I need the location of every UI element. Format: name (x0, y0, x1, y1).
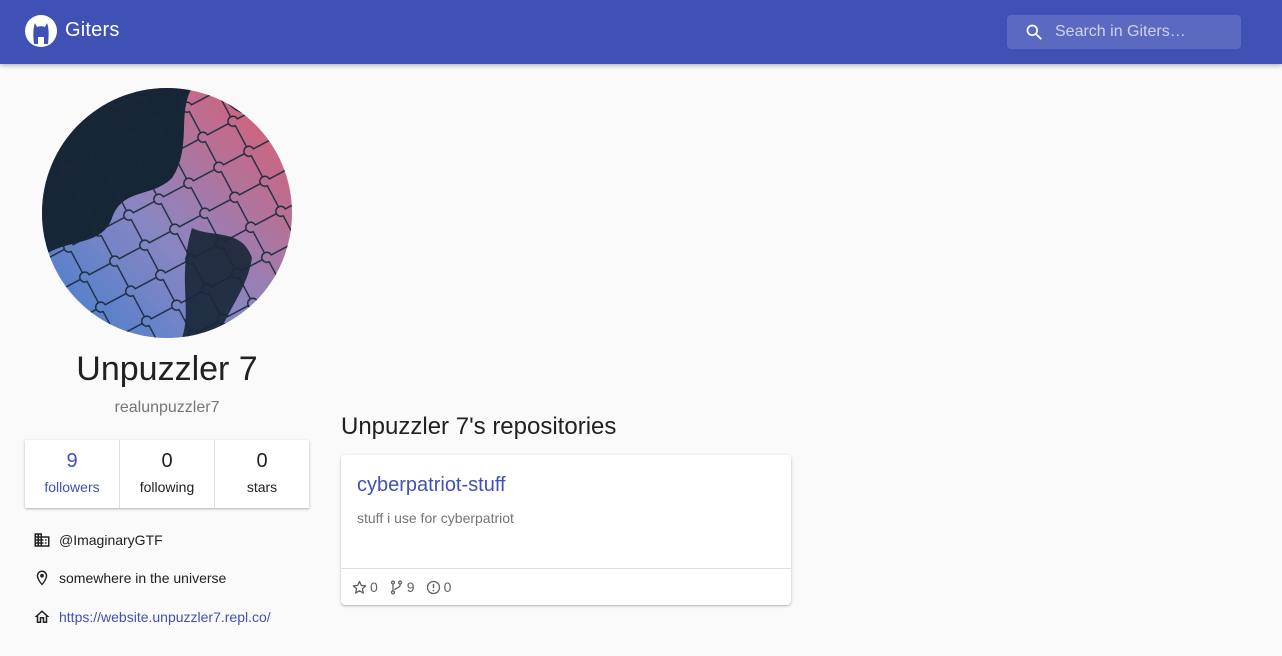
profile-stats: 9 followers 0 following 0 stars (25, 440, 309, 508)
repo-card: cyberpatriot-stuff stuff i use for cyber… (341, 455, 791, 605)
app-bar: Giters (0, 0, 1282, 64)
location-text: somewhere in the universe (59, 570, 227, 586)
home-icon (34, 610, 50, 623)
followers-label: followers (44, 479, 100, 495)
app-name[interactable]: Giters (65, 19, 120, 42)
following-label: following (139, 479, 195, 495)
repo-issues-count: 0 (443, 579, 452, 595)
stars-count: 0 (256, 450, 268, 472)
following-stat[interactable]: 0 following (120, 440, 215, 508)
stars-stat[interactable]: 0 stars (215, 440, 309, 508)
followers-count: 9 (66, 450, 78, 472)
fork-icon (390, 579, 402, 595)
repo-stars-count: 0 (370, 579, 378, 595)
location-row: somewhere in the universe (33, 568, 226, 588)
avatar (42, 88, 292, 338)
avatar-image (42, 88, 292, 338)
stars-label: stars (246, 479, 278, 495)
company-text: @ImaginaryGTF (59, 532, 163, 548)
repositories-heading: Unpuzzler 7's repositories (341, 413, 617, 440)
business-icon (34, 533, 50, 547)
website-row: https://website.unpuzzler7.repl.co/ (33, 607, 271, 627)
search-input[interactable] (1055, 15, 1235, 49)
repo-forks: 9 (388, 579, 415, 596)
search-icon (1026, 24, 1042, 40)
repo-issues: 0 (425, 579, 452, 596)
repo-description: stuff i use for cyberpatriot (357, 510, 514, 526)
repo-forks-count: 9 (406, 579, 415, 595)
profile-name: Unpuzzler 7 (76, 350, 258, 388)
company-row: @ImaginaryGTF (33, 530, 163, 550)
profile-login: realunpuzzler7 (114, 399, 220, 416)
search-box[interactable] (1007, 15, 1241, 49)
location-pin-icon (36, 570, 48, 586)
repo-stats: 0 9 0 (341, 568, 791, 605)
repo-stars: 0 (351, 579, 378, 596)
website-link[interactable]: https://website.unpuzzler7.repl.co/ (59, 609, 271, 625)
logo-icon[interactable] (25, 15, 57, 47)
followers-stat[interactable]: 9 followers (25, 440, 120, 508)
issue-alert-icon (426, 580, 440, 594)
following-count: 0 (161, 450, 173, 472)
repo-name-link[interactable]: cyberpatriot-stuff (357, 474, 506, 497)
star-outline-icon (352, 580, 367, 594)
